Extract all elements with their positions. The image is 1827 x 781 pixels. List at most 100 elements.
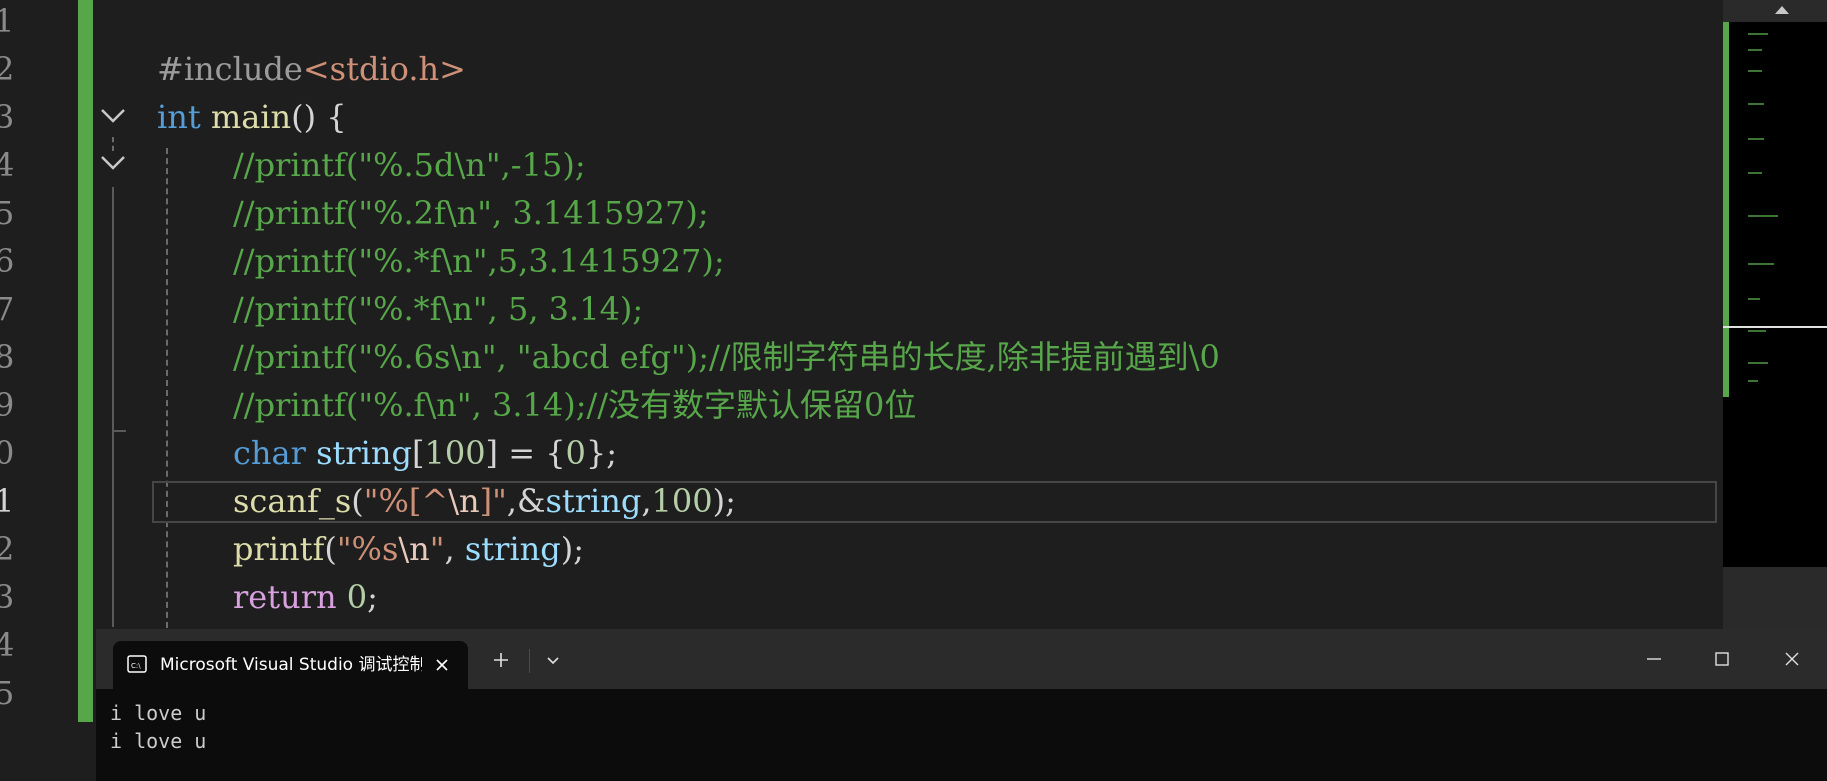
minimap-line xyxy=(1748,330,1766,332)
code-token: ; xyxy=(367,578,378,616)
minimap-change-bar xyxy=(1723,22,1729,397)
fold-guide xyxy=(112,137,114,151)
code-token: //printf("%.f\n", 3.14);//没有数字默认保留0位 xyxy=(233,386,917,424)
console-output-line: i love u xyxy=(110,729,207,753)
minimap-line xyxy=(1748,33,1768,35)
code-line[interactable]: char string[100] = {0}; xyxy=(233,429,617,477)
chevron-down-icon[interactable] xyxy=(543,653,563,669)
code-token: ]" xyxy=(479,482,507,520)
code-token: ,& xyxy=(506,482,546,520)
code-line[interactable]: //printf("%.*f\n",5,3.1415927); xyxy=(233,237,725,285)
code-token: scanf_s xyxy=(233,482,352,520)
code-token: " xyxy=(429,530,445,568)
code-line[interactable]: printf("%s\n", string); xyxy=(233,525,584,573)
minimap-line xyxy=(1748,380,1758,382)
code-token: "%s xyxy=(336,530,399,568)
minimap-line xyxy=(1748,70,1762,72)
code-token: string xyxy=(464,530,561,568)
line-number: 2 xyxy=(0,530,15,568)
code-line[interactable]: scanf_s("%[^\n]",&string,100); xyxy=(233,477,736,525)
debug-console-window[interactable]: C:\ Microsoft Visual Studio 调试控制台 i love… xyxy=(96,629,1827,781)
code-token: //printf("%.5d\n",-15); xyxy=(233,146,586,184)
line-number: 9 xyxy=(0,386,15,424)
minimap-line xyxy=(1748,298,1760,300)
code-token: int xyxy=(157,98,201,136)
code-token: ] = { xyxy=(485,434,566,472)
tab-close-icon[interactable] xyxy=(432,655,452,675)
minimap-line xyxy=(1748,263,1774,265)
code-token: <stdio.h> xyxy=(302,50,466,88)
svg-text:C:\: C:\ xyxy=(131,662,141,670)
code-token: ( xyxy=(324,530,337,568)
line-number: 6 xyxy=(0,242,15,280)
code-token: //printf("%.2f\n", 3.1415927); xyxy=(233,194,709,232)
fold-guide-end xyxy=(112,430,126,432)
tab-separator xyxy=(529,649,530,673)
line-number: 2 xyxy=(0,50,15,88)
terminal-tab[interactable]: C:\ Microsoft Visual Studio 调试控制台 xyxy=(113,641,468,689)
minimap-viewport-line xyxy=(1723,326,1827,328)
new-tab-plus-icon[interactable] xyxy=(490,649,512,671)
code-token: string xyxy=(316,434,412,472)
code-token: 0 xyxy=(346,578,368,616)
code-line[interactable]: #include<stdio.h> xyxy=(157,45,466,93)
minimap-line xyxy=(1748,172,1762,174)
code-token: //printf("%.*f\n", 5, 3.14); xyxy=(233,290,644,328)
code-token: //printf("%.6s\n", "abcd efg");//限制字符串的长… xyxy=(233,338,1220,376)
line-number: 4 xyxy=(0,146,15,184)
code-token: 100 xyxy=(424,434,486,472)
code-line[interactable]: return 0; xyxy=(233,573,378,621)
code-line[interactable]: int main() { xyxy=(157,93,347,141)
line-number: 4 xyxy=(0,626,15,664)
terminal-tab-bar: C:\ Microsoft Visual Studio 调试控制台 xyxy=(96,629,1827,689)
console-output-line: i love u xyxy=(110,701,207,725)
code-token: 0 xyxy=(565,434,586,472)
code-token: ); xyxy=(712,482,736,520)
code-token: char xyxy=(233,434,306,472)
minimap-line xyxy=(1748,103,1764,105)
line-number: 1 xyxy=(0,2,15,40)
terminal-tab-title: Microsoft Visual Studio 调试控制台 xyxy=(160,655,422,675)
fold-chevron-icon[interactable] xyxy=(100,106,126,126)
code-token: \n xyxy=(448,482,480,520)
code-token: () { xyxy=(291,98,347,136)
code-token: }; xyxy=(585,434,618,472)
code-token: ); xyxy=(560,530,584,568)
code-line[interactable]: //printf("%.6s\n", "abcd efg");//限制字符串的长… xyxy=(233,333,1220,381)
code-token: //printf("%.*f\n",5,3.1415927); xyxy=(233,242,725,280)
line-number: 8 xyxy=(0,338,15,376)
minimap-line xyxy=(1748,215,1778,217)
code-line[interactable]: //printf("%.*f\n", 5, 3.14); xyxy=(233,285,643,333)
line-number: 5 xyxy=(0,674,15,712)
minimize-icon[interactable] xyxy=(1642,649,1666,669)
minimap-line xyxy=(1748,138,1764,140)
minimap-line xyxy=(1748,362,1768,364)
close-window-icon[interactable] xyxy=(1780,647,1804,671)
code-token: \n xyxy=(398,530,430,568)
line-number: 0 xyxy=(0,434,15,472)
line-number: 1 xyxy=(0,482,15,520)
minimap-line xyxy=(1748,49,1762,51)
code-token: 100 xyxy=(651,482,713,520)
maximize-icon[interactable] xyxy=(1710,647,1734,671)
fold-chevron-icon[interactable] xyxy=(100,153,126,173)
code-line[interactable]: //printf("%.2f\n", 3.1415927); xyxy=(233,189,709,237)
code-token: main xyxy=(210,98,292,136)
terminal-icon: C:\ xyxy=(127,655,147,673)
code-line[interactable]: //printf("%.5d\n",-15); xyxy=(233,141,586,189)
code-token: "%[^ xyxy=(363,482,449,520)
line-number: 7 xyxy=(0,290,15,328)
minimap-preview[interactable] xyxy=(1723,22,1827,567)
code-token: , xyxy=(641,482,652,520)
code-token: string xyxy=(545,482,642,520)
line-number: 3 xyxy=(0,578,15,616)
code-token: , xyxy=(444,530,465,568)
line-number: 3 xyxy=(0,98,15,136)
code-token: ( xyxy=(351,482,364,520)
code-token: [ xyxy=(411,434,425,472)
line-number: 5 xyxy=(0,194,15,232)
code-line[interactable]: //printf("%.f\n", 3.14);//没有数字默认保留0位 xyxy=(233,381,916,429)
scroll-up-arrow-icon[interactable] xyxy=(1775,6,1789,14)
indent-guide xyxy=(166,148,168,628)
